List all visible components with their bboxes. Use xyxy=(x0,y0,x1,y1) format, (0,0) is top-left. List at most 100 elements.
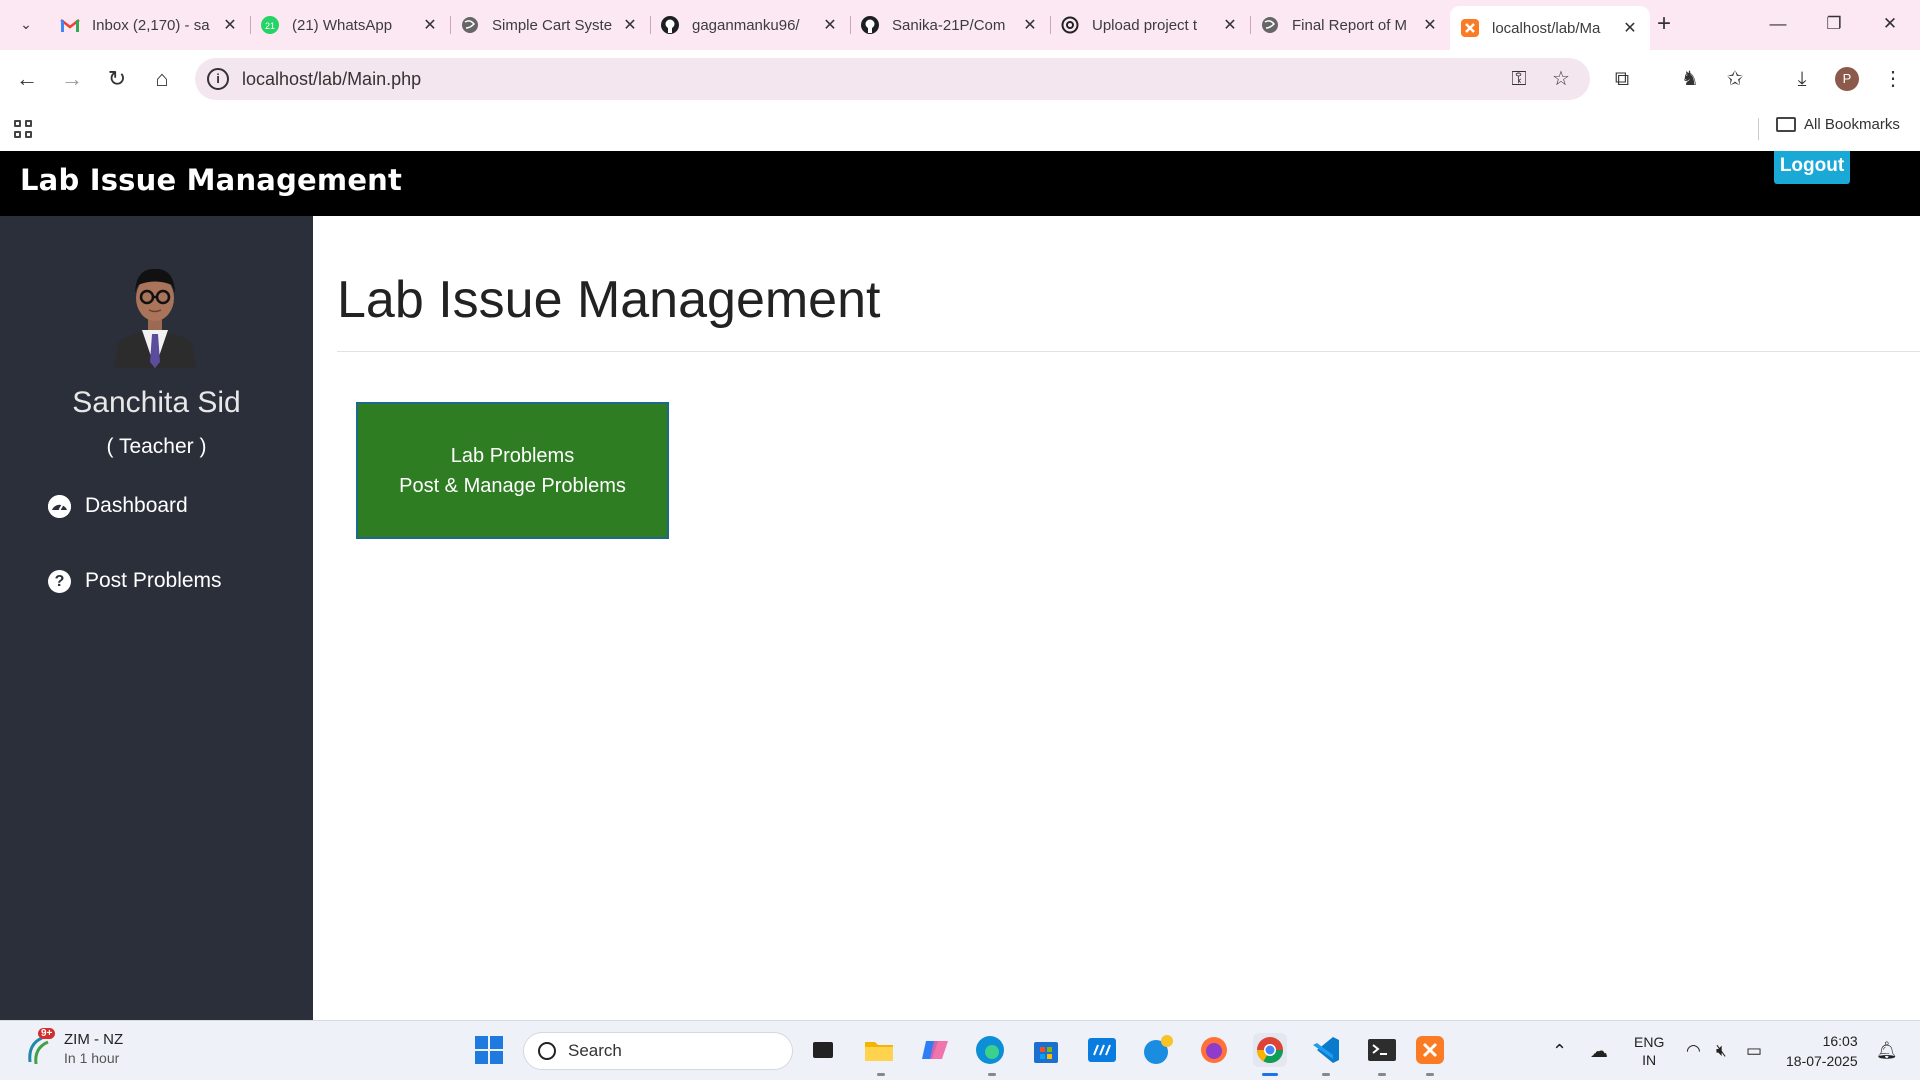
minimize-button[interactable]: — xyxy=(1750,8,1806,40)
weather-badge: 9+ xyxy=(38,1027,56,1039)
xampp-taskbar-icon[interactable] xyxy=(1413,1033,1447,1067)
close-icon[interactable]: ✕ xyxy=(1020,15,1040,35)
url-text[interactable]: localhost/lab/Main.php xyxy=(242,69,421,90)
reload-button[interactable]: ↻ xyxy=(102,64,132,94)
running-indicator xyxy=(1322,1073,1330,1076)
gmail-icon xyxy=(60,15,80,35)
tab-final-report[interactable]: Final Report of M ✕ xyxy=(1250,6,1451,44)
sidebar-item-post-problems[interactable]: ? Post Problems xyxy=(48,569,222,593)
chevron-up-icon[interactable]: ⌃ xyxy=(1552,1021,1567,1080)
weather-widget[interactable]: 9+ ZIM - NZ In 1 hour xyxy=(24,1027,123,1066)
windows-start-icon[interactable] xyxy=(472,1033,506,1067)
restore-button[interactable]: ❐ xyxy=(1806,8,1862,40)
tab-github-gaganmanku[interactable]: gaganmanku96/ ✕ xyxy=(650,6,851,44)
download-icon[interactable]: ⤓ xyxy=(1787,64,1817,94)
bookmark-star-icon[interactable]: ☆ xyxy=(1549,68,1573,92)
close-icon[interactable]: ✕ xyxy=(1620,18,1640,38)
profile-avatar[interactable]: P xyxy=(1835,67,1859,91)
cricket-icon: 9+ xyxy=(24,1027,58,1066)
onedrive-icon[interactable]: ☁ xyxy=(1590,1021,1608,1080)
windows-taskbar: 9+ ZIM - NZ In 1 hour Search ⌃ ☁ ENG IN … xyxy=(0,1020,1920,1080)
address-bar[interactable]: i localhost/lab/Main.php ⚿ ☆ xyxy=(195,58,1590,100)
xampp-icon xyxy=(1460,18,1480,38)
myhp-icon[interactable] xyxy=(1085,1033,1119,1067)
taskbar-search[interactable]: Search xyxy=(523,1032,793,1070)
tab-localhost-active[interactable]: localhost/lab/Ma ✕ xyxy=(1450,6,1650,50)
close-icon[interactable]: ✕ xyxy=(220,15,240,35)
tab-title: gaganmanku96/ xyxy=(692,16,800,34)
extensions-icon[interactable]: ⧉ xyxy=(1607,64,1637,94)
taskbar-search-label: Search xyxy=(568,1041,622,1060)
volume-muted-icon[interactable]: 🔇︎ xyxy=(1716,1021,1727,1080)
card-subtitle: Post & Manage Problems xyxy=(399,474,626,497)
lab-problems-card[interactable]: Lab Problems Post & Manage Problems xyxy=(356,402,669,539)
running-indicator xyxy=(1426,1073,1434,1076)
tab-whatsapp[interactable]: 21 (21) WhatsApp ✕ xyxy=(250,6,451,44)
tab-title: Simple Cart Syste xyxy=(492,16,613,34)
close-icon[interactable]: ✕ xyxy=(620,15,640,35)
chatgpt-icon xyxy=(1060,15,1080,35)
web-page: Lab Issue Management Logout Sanchita Sid… xyxy=(0,151,1920,1020)
notification-bell-icon[interactable]: 🔔︎ xyxy=(1876,1021,1898,1080)
sidebar: Sanchita Sid ( Teacher ) Dashboard ? Pos… xyxy=(0,216,313,1020)
question-circle-icon: ? xyxy=(48,569,71,593)
app-brand[interactable]: Lab Issue Management xyxy=(20,163,402,197)
incognito-icon[interactable]: ♞ xyxy=(1675,64,1705,94)
task-view-icon[interactable] xyxy=(806,1033,840,1067)
firefox-icon[interactable] xyxy=(1197,1033,1231,1067)
reading-list-icon[interactable]: ✩ xyxy=(1720,64,1750,94)
close-icon[interactable]: ✕ xyxy=(1420,15,1440,35)
globe-icon xyxy=(460,15,480,35)
tab-search-button[interactable]: ⌄ xyxy=(10,8,42,40)
chrome-icon[interactable] xyxy=(1253,1033,1287,1067)
running-indicator xyxy=(988,1073,996,1076)
file-explorer-icon[interactable] xyxy=(862,1033,896,1067)
running-indicator xyxy=(877,1073,885,1076)
clock[interactable]: 16:03 18-07-2025 xyxy=(1786,1031,1858,1071)
browser-chrome: ⌄ Inbox (2,170) - sa ✕ 21 (21) WhatsApp … xyxy=(0,0,1920,151)
tab-chatgpt[interactable]: Upload project t ✕ xyxy=(1050,6,1251,44)
all-bookmarks-button[interactable]: All Bookmarks xyxy=(1776,116,1900,133)
battery-icon[interactable]: ▭ xyxy=(1746,1021,1762,1080)
whatsapp-badge: 21 xyxy=(265,21,275,31)
search-icon xyxy=(538,1042,556,1060)
browser-toolbar: ← → ↻ ⌂ i localhost/lab/Main.php ⚿ ☆ ⧉ ♞… xyxy=(0,50,1920,108)
title-divider xyxy=(337,351,1920,352)
globe-icon xyxy=(1260,15,1280,35)
tab-title: (21) WhatsApp xyxy=(292,16,393,34)
password-key-icon[interactable]: ⚿ xyxy=(1507,68,1531,92)
logout-button[interactable]: Logout xyxy=(1774,151,1850,184)
home-button[interactable]: ⌂ xyxy=(147,64,177,94)
tab-strip: ⌄ Inbox (2,170) - sa ✕ 21 (21) WhatsApp … xyxy=(0,0,1920,50)
user-name: Sanchita Sid xyxy=(72,386,241,419)
wifi-icon[interactable]: ◠ xyxy=(1686,1021,1701,1080)
edge-icon[interactable] xyxy=(973,1033,1007,1067)
card-title: Lab Problems xyxy=(450,444,575,467)
menu-icon[interactable]: ⋮ xyxy=(1878,64,1908,94)
forward-button[interactable]: → xyxy=(57,64,87,94)
close-icon[interactable]: ✕ xyxy=(1220,15,1240,35)
site-info-icon[interactable]: i xyxy=(207,68,229,90)
language-line1: ENG xyxy=(1634,1034,1665,1050)
apps-grid-icon[interactable] xyxy=(14,120,34,140)
tab-gmail[interactable]: Inbox (2,170) - sa ✕ xyxy=(50,6,251,44)
tab-title: Upload project t xyxy=(1092,16,1198,34)
new-tab-button[interactable]: + xyxy=(1650,10,1678,38)
tab-title: Inbox (2,170) - sa xyxy=(92,16,210,34)
close-window-button[interactable]: ✕ xyxy=(1862,8,1918,40)
vscode-icon[interactable] xyxy=(1309,1033,1343,1067)
help-icon[interactable] xyxy=(1141,1033,1175,1067)
microsoft-store-icon[interactable] xyxy=(1029,1033,1063,1067)
close-icon[interactable]: ✕ xyxy=(420,15,440,35)
back-button[interactable]: ← xyxy=(12,64,42,94)
all-bookmarks-label: All Bookmarks xyxy=(1804,116,1900,133)
close-icon[interactable]: ✕ xyxy=(820,15,840,35)
copilot-icon[interactable] xyxy=(918,1033,952,1067)
bookmarks-divider xyxy=(1758,118,1759,140)
terminal-icon[interactable] xyxy=(1365,1033,1399,1067)
sidebar-item-dashboard[interactable]: Dashboard xyxy=(48,494,188,518)
tab-simple-cart[interactable]: Simple Cart Syste ✕ xyxy=(450,6,651,44)
language-indicator[interactable]: ENG IN xyxy=(1634,1021,1664,1080)
active-indicator xyxy=(1262,1073,1278,1076)
tab-github-sanika[interactable]: Sanika-21P/Com ✕ xyxy=(850,6,1051,44)
